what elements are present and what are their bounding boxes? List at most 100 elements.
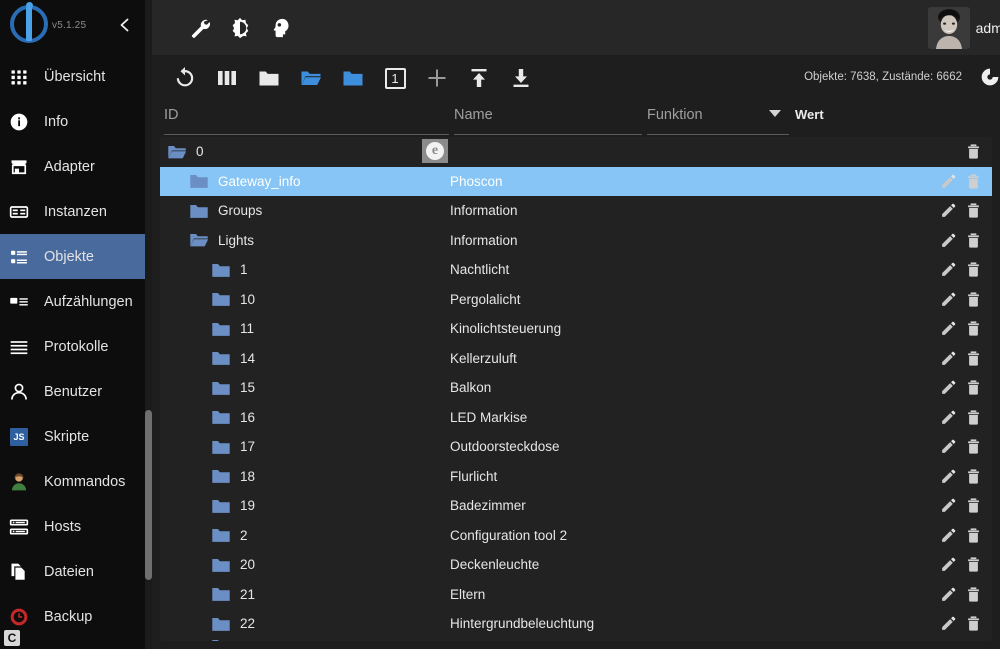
sidebar-item-kommandos[interactable]: Kommandos [0, 459, 152, 504]
pencil-icon[interactable] [940, 320, 957, 337]
table-row[interactable]: 22Hintergrundbeleuchtung [160, 609, 992, 639]
table-row[interactable]: GroupsInformation [160, 196, 992, 226]
sidebar-item-instanzen[interactable]: Instanzen [0, 189, 152, 234]
sidebar-item-adapter[interactable]: Adapter [0, 144, 152, 189]
head-icon[interactable] [260, 8, 300, 48]
folder-closed-icon[interactable] [210, 554, 232, 576]
sidebar-scrollbar-thumb[interactable] [145, 410, 152, 580]
column-header-funktion[interactable]: Funktion [647, 105, 795, 135]
table-row[interactable]: 15Balkon [160, 373, 992, 403]
folder-closed-icon[interactable] [210, 583, 232, 605]
folder-closed-icon[interactable] [210, 288, 232, 310]
toolbar-depth-one-icon[interactable]: 1 [374, 57, 416, 99]
toolbar-plus-icon[interactable] [416, 57, 458, 99]
table-row[interactable]: LightsInformation [160, 226, 992, 256]
table-row[interactable]: 19Badezimmer [160, 491, 992, 521]
column-header-name[interactable]: Name [454, 105, 647, 135]
pencil-icon[interactable] [940, 409, 957, 426]
sidebar-item-backup[interactable]: Backup [0, 594, 152, 639]
toolbar-refresh-icon[interactable] [164, 57, 206, 99]
folder-closed-icon[interactable] [210, 347, 232, 369]
edge-badge-icon[interactable]: e [422, 139, 448, 163]
trash-icon[interactable] [965, 409, 982, 426]
table-row[interactable]: Gateway_infoPhoscon [160, 167, 992, 197]
pencil-icon[interactable] [940, 232, 957, 249]
folder-closed-icon[interactable] [210, 495, 232, 517]
table-row[interactable]: 21Eltern [160, 580, 992, 610]
folder-closed-icon[interactable] [210, 524, 232, 546]
sidebar-item--bersicht[interactable]: Übersicht [0, 54, 152, 99]
table-row[interactable]: 11Kinolichtsteuerung [160, 314, 992, 344]
trash-icon[interactable] [965, 438, 982, 455]
trash-icon[interactable] [965, 350, 982, 367]
folder-closed-icon[interactable] [210, 377, 232, 399]
table-row[interactable]: 10Pergolalicht [160, 285, 992, 315]
sidebar-item-info[interactable]: Info [0, 99, 152, 144]
toolbar-folder-open-icon[interactable] [290, 57, 332, 99]
table-row[interactable]: 2Configuration tool 2 [160, 521, 992, 551]
avatar[interactable] [928, 7, 970, 49]
console-badge[interactable]: C [4, 630, 20, 646]
pencil-icon[interactable] [940, 556, 957, 573]
table-row[interactable]: 20Deckenleuchte [160, 550, 992, 580]
toolbar-columns-icon[interactable] [206, 57, 248, 99]
sidebar-scrollbar[interactable] [145, 0, 152, 649]
pencil-icon[interactable] [940, 527, 957, 544]
trash-icon[interactable] [965, 320, 982, 337]
table-row[interactable]: 16LED Markise [160, 403, 992, 433]
sidebar-item-skripte[interactable]: JSSkripte [0, 414, 152, 459]
folder-closed-icon[interactable] [210, 259, 232, 281]
toolbar-upload-icon[interactable] [458, 57, 500, 99]
sidebar-item-benutzer[interactable]: Benutzer [0, 369, 152, 414]
pencil-icon[interactable] [940, 202, 957, 219]
wrench-icon[interactable] [180, 8, 220, 48]
table-row[interactable]: 17Outdoorsteckdose [160, 432, 992, 462]
folder-closed-icon[interactable] [188, 170, 210, 192]
trash-icon[interactable] [965, 379, 982, 396]
folder-closed-icon[interactable] [210, 613, 232, 635]
trash-icon[interactable] [965, 261, 982, 278]
folder-closed-icon[interactable] [210, 465, 232, 487]
table-row[interactable]: 1Nachtlicht [160, 255, 992, 285]
trash-icon[interactable] [965, 173, 982, 190]
trash-icon[interactable] [965, 143, 982, 160]
pencil-icon[interactable] [940, 261, 957, 278]
folder-closed-icon[interactable] [210, 639, 232, 642]
table-row-partial[interactable] [160, 639, 992, 642]
toolbar-folder-filled-icon[interactable] [332, 57, 374, 99]
settings-icon[interactable] [980, 67, 1000, 92]
sidebar-item-objekte[interactable]: Objekte [0, 234, 152, 279]
sidebar-item-dateien[interactable]: Dateien [0, 549, 152, 594]
user-area[interactable]: admi [928, 0, 1000, 55]
trash-icon[interactable] [965, 232, 982, 249]
folder-open-icon[interactable] [166, 141, 188, 163]
folder-open-icon[interactable] [188, 229, 210, 251]
pencil-icon[interactable] [940, 586, 957, 603]
pencil-icon[interactable] [940, 291, 957, 308]
trash-icon[interactable] [965, 468, 982, 485]
trash-icon[interactable] [965, 556, 982, 573]
column-header-id[interactable]: ID [164, 105, 454, 135]
trash-icon[interactable] [965, 497, 982, 514]
sidebar-item-aufz-hlungen[interactable]: Aufzählungen [0, 279, 152, 324]
pencil-icon[interactable] [940, 468, 957, 485]
table-row[interactable]: 0e [160, 137, 992, 167]
pencil-icon[interactable] [940, 438, 957, 455]
trash-icon[interactable] [965, 202, 982, 219]
trash-icon[interactable] [965, 615, 982, 632]
trash-icon[interactable] [965, 527, 982, 544]
chevron-down-icon[interactable] [769, 110, 781, 117]
trash-icon[interactable] [965, 291, 982, 308]
folder-closed-icon[interactable] [210, 406, 232, 428]
pencil-icon[interactable] [940, 379, 957, 396]
toolbar-download-icon[interactable] [500, 57, 542, 99]
chevron-left-icon[interactable] [114, 14, 136, 36]
toolbar-folder-closed-icon[interactable] [248, 57, 290, 99]
sidebar-item-hosts[interactable]: Hosts [0, 504, 152, 549]
trash-icon[interactable] [965, 586, 982, 603]
table-row[interactable]: 18Flurlicht [160, 462, 992, 492]
pencil-icon[interactable] [940, 350, 957, 367]
folder-closed-icon[interactable] [188, 200, 210, 222]
table-row[interactable]: 14Kellerzuluft [160, 344, 992, 374]
brightness-icon[interactable] [220, 8, 260, 48]
